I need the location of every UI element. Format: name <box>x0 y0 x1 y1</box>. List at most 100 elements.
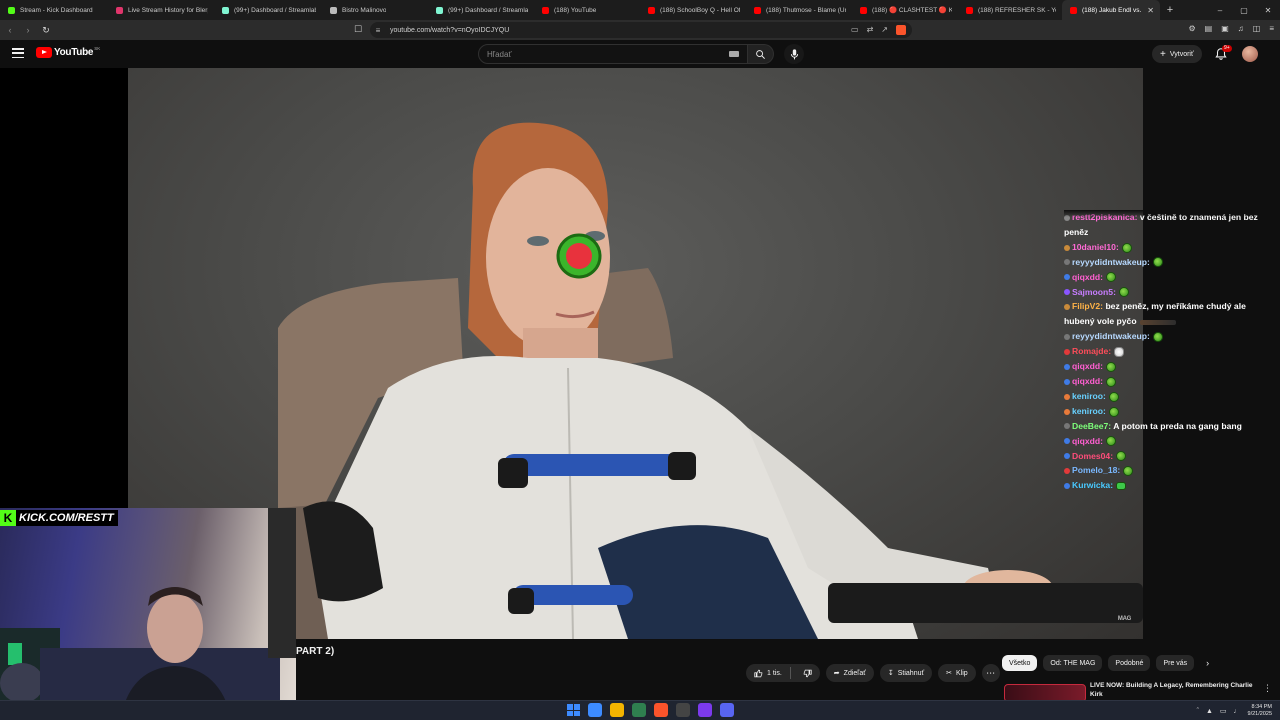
split-view-icon[interactable]: ◫ <box>1253 24 1261 33</box>
melon-emote-icon <box>1118 287 1129 298</box>
minimize-button[interactable]: – <box>1208 6 1232 15</box>
browser-tab[interactable]: (188) Thutmose - Blame (Unof <box>746 0 852 20</box>
tab-title: Stream - Kick Dashboard <box>20 6 93 14</box>
clip-button[interactable]: ✂ Klip <box>938 664 976 682</box>
chat-message: keniroo: <box>1064 389 1276 404</box>
download-button[interactable]: ↧ Stiahnuť <box>879 664 933 682</box>
tab-favicon-icon <box>436 6 443 14</box>
account-avatar[interactable] <box>1242 46 1258 62</box>
bookmark-icon[interactable]: ☐ <box>354 24 362 35</box>
more-horizontal-icon: ⋯ <box>986 667 996 678</box>
download-label: Stiahnuť <box>897 669 925 677</box>
chevron-right-icon[interactable]: › <box>1206 658 1209 668</box>
share-icon[interactable]: ↗ <box>881 25 888 35</box>
related-video-item[interactable]: LIVE NOW: Building A Legacy, Remembering… <box>1002 682 1276 700</box>
chat-badge-icon <box>1064 453 1070 460</box>
hamburger-menu-icon[interactable] <box>12 48 24 58</box>
chat-text: A potom ta preda na gang bang <box>1113 420 1242 431</box>
address-bar[interactable]: ≡ youtube.com/watch?v=nOyoIDCJYQU ▭ ⇄ ↗ <box>370 22 912 38</box>
system-clock[interactable]: 8:34 PM 9/21/2025 <box>1248 704 1272 718</box>
reload-button[interactable]: ↻ <box>38 25 54 36</box>
tab-title: (99+) Dashboard / Streamlabs <box>234 6 316 14</box>
like-button[interactable]: 1 tis. <box>746 667 791 679</box>
dislike-button[interactable] <box>795 669 820 678</box>
filter-chip[interactable]: Od: THE MAG <box>1043 655 1103 671</box>
melon-emote-icon <box>1123 466 1134 477</box>
filter-chip[interactable]: Všetko <box>1002 655 1038 671</box>
related-video-thumbnail[interactable] <box>1004 684 1086 700</box>
sidebar-icon[interactable]: ▤ <box>1205 24 1213 33</box>
wallet-icon[interactable]: ▣ <box>1221 24 1229 33</box>
taskbar-app-icon[interactable] <box>632 703 646 717</box>
taskbar-app-icon[interactable] <box>588 703 602 717</box>
taskbar-app-icon[interactable] <box>654 703 668 717</box>
create-button[interactable]: + Vytvoriť <box>1152 45 1202 63</box>
menu-icon[interactable]: ≡ <box>1269 24 1274 33</box>
cast-icon[interactable]: ▭ <box>851 25 859 35</box>
share-label: Zdieľať <box>843 669 866 677</box>
youtube-logo[interactable]: YouTube SK <box>36 46 100 58</box>
search-input[interactable] <box>479 49 729 59</box>
chat-badge-icon <box>1064 259 1070 266</box>
share-arrow-icon: ➦ <box>833 670 840 677</box>
tray-chevron-icon[interactable]: ˆ <box>1197 708 1199 715</box>
plush-toy <box>0 663 44 703</box>
chat-message: Domes04: <box>1064 449 1276 464</box>
translate-icon[interactable]: ⇄ <box>867 25 874 35</box>
taskbar-app-icon[interactable] <box>610 703 624 717</box>
share-button[interactable]: ➦ Zdieľať <box>825 664 874 682</box>
browser-tab[interactable]: (188) REFRESHER SK - YouTube <box>958 0 1062 20</box>
tab-favicon-icon <box>648 6 655 14</box>
tab-favicon-icon <box>116 6 123 14</box>
close-tab-icon[interactable]: ✕ <box>1147 6 1154 15</box>
browser-tab[interactable]: (188) SchoolBoy Q - Hell Of A <box>640 0 746 20</box>
youtube-play-icon <box>36 47 52 58</box>
related-video-title[interactable]: LIVE NOW: Building A Legacy, Remembering… <box>1090 682 1260 699</box>
thumbs-down-icon <box>803 669 812 677</box>
chat-username: Sajmoon5: <box>1072 286 1116 297</box>
keyboard-icon[interactable] <box>729 51 739 57</box>
browser-tab[interactable]: (188) Jakub Endl vs. Ve ✕ <box>1062 0 1160 20</box>
more-vertical-icon[interactable]: ⋮ <box>1263 683 1272 694</box>
tab-favicon-icon <box>754 6 761 14</box>
more-actions-button[interactable]: ⋯ <box>981 664 1000 682</box>
site-info-icon[interactable]: ≡ <box>370 26 386 35</box>
browser-tab[interactable]: (99+) Dashboard / Streamlabs <box>214 0 322 20</box>
url-text: youtube.com/watch?v=nOyoIDCJYQU <box>390 26 510 34</box>
melon-emote-icon <box>1152 257 1163 268</box>
new-tab-button[interactable]: + <box>1160 4 1180 16</box>
monitor-icon[interactable]: ▭ <box>1220 707 1227 715</box>
back-button[interactable]: ‹ <box>2 25 18 35</box>
chat-badge-icon <box>1064 274 1070 281</box>
maximize-button[interactable]: ▢ <box>1232 6 1256 15</box>
browser-tab[interactable]: Bistro Malinovo <box>322 0 428 20</box>
chat-message: FilipV2: bez peněz, my neříkáme chudý al… <box>1064 299 1276 329</box>
browser-tab[interactable]: Live Stream History for Blerp S <box>108 0 214 20</box>
create-label: Vytvoriť <box>1169 50 1194 58</box>
taskbar-app-icon[interactable] <box>698 703 712 717</box>
extension-icon[interactable]: ⚙ <box>1188 24 1195 33</box>
browser-tab[interactable]: Stream - Kick Dashboard <box>0 0 108 20</box>
music-icon[interactable]: ♫ <box>1238 24 1244 33</box>
search-button[interactable] <box>748 44 774 64</box>
browser-tab[interactable]: (99+) Dashboard / Streamlabs <box>428 0 534 20</box>
windows-start-icon[interactable] <box>566 703 580 717</box>
taskbar-app-icon[interactable] <box>720 703 734 717</box>
volume-icon[interactable]: ♩ <box>1234 708 1241 715</box>
network-icon[interactable]: ▲ <box>1206 708 1213 715</box>
tab-title: (188) Thutmose - Blame (Unof <box>766 6 846 14</box>
brave-shield-icon[interactable] <box>896 25 906 35</box>
voice-search-button[interactable] <box>784 44 804 64</box>
window-controls: – ▢ ✕ <box>1208 0 1280 20</box>
chat-messages: restt2piskanica: v češtině to znamená je… <box>1064 210 1276 493</box>
taskbar-app-icon[interactable] <box>676 703 690 717</box>
tab-title: (188) SchoolBoy Q - Hell Of A <box>660 6 740 14</box>
browser-tab[interactable]: (188) 🔴 CLASHTEST 🔴 Kotin <box>852 0 958 20</box>
filter-chip[interactable]: Podobné <box>1108 655 1151 671</box>
browser-tab[interactable]: (188) YouTube <box>534 0 640 20</box>
close-window-button[interactable]: ✕ <box>1256 6 1280 15</box>
taskbar-pinned <box>588 703 734 717</box>
filter-chip[interactable]: Pre vás <box>1156 655 1195 671</box>
chat-badge-icon <box>1064 333 1070 340</box>
forward-button[interactable]: › <box>20 25 36 35</box>
